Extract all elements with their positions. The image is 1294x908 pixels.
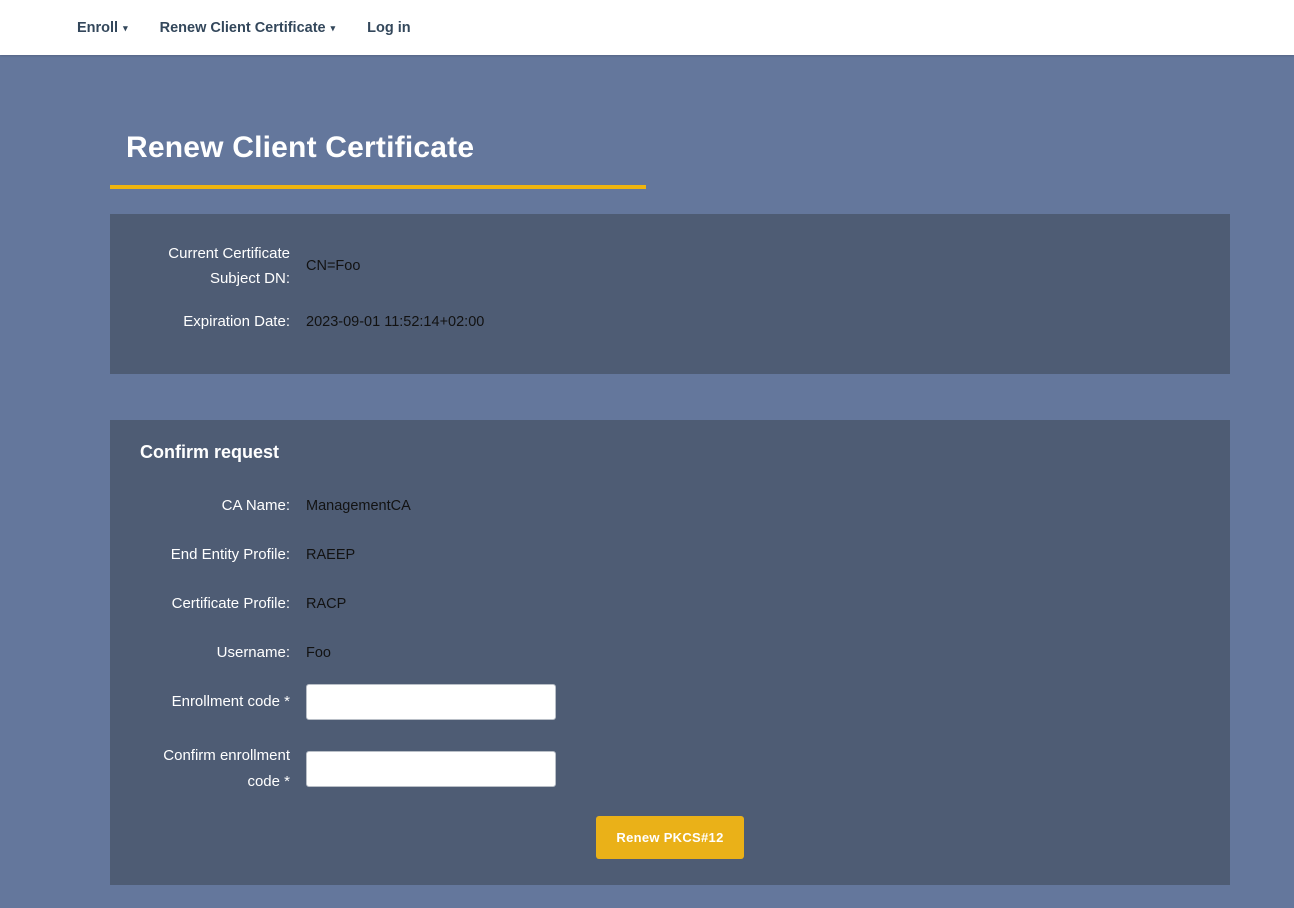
subject-dn-row: Current Certificate Subject DN: CN=Foo <box>140 238 1200 294</box>
confirm-enrollment-code-input[interactable] <box>306 751 556 787</box>
nav-item-enroll[interactable]: Enroll ▾ <box>61 20 144 36</box>
caret-down-icon: ▾ <box>331 23 336 34</box>
renew-pkcs12-button[interactable]: Renew PKCS#12 <box>596 816 743 859</box>
caret-down-icon: ▾ <box>123 23 128 34</box>
expiration-date-value: 2023-09-01 11:52:14+02:00 <box>306 314 1200 330</box>
end-entity-profile-value: RAEEP <box>306 547 1200 563</box>
nav-item-renew-label: Renew Client Certificate <box>160 20 326 36</box>
confirm-enrollment-code-row: Confirm enrollment code * <box>140 743 1200 794</box>
nav-item-login-label: Log in <box>367 20 411 36</box>
confirm-request-panel: Confirm request CA Name: ManagementCA En… <box>110 420 1230 885</box>
nav-item-renew-client-certificate[interactable]: Renew Client Certificate ▾ <box>144 20 352 36</box>
subject-dn-value: CN=Foo <box>306 258 1200 274</box>
end-entity-profile-label: End Entity Profile: <box>140 542 290 568</box>
top-navbar: Enroll ▾ Renew Client Certificate ▾ Log … <box>0 0 1294 55</box>
ca-name-value: ManagementCA <box>306 498 1200 514</box>
expiration-date-row: Expiration Date: 2023-09-01 11:52:14+02:… <box>140 294 1200 350</box>
expiration-date-label: Expiration Date: <box>140 309 290 335</box>
ca-name-label: CA Name: <box>140 493 290 519</box>
certificate-profile-label: Certificate Profile: <box>140 591 290 617</box>
username-value: Foo <box>306 645 1200 661</box>
nav-item-log-in[interactable]: Log in <box>351 20 427 36</box>
enrollment-code-label: Enrollment code * <box>140 689 290 715</box>
enrollment-code-input[interactable] <box>306 684 556 720</box>
nav-item-enroll-label: Enroll <box>77 20 118 36</box>
subject-dn-label: Current Certificate Subject DN: <box>140 241 290 292</box>
confirm-enrollment-code-label: Confirm enrollment code * <box>140 743 290 794</box>
username-row: Username: Foo <box>140 628 1200 677</box>
end-entity-profile-row: End Entity Profile: RAEEP <box>140 530 1200 579</box>
page-title: Renew Client Certificate <box>126 131 646 165</box>
ca-name-row: CA Name: ManagementCA <box>140 481 1200 530</box>
current-certificate-panel: Current Certificate Subject DN: CN=Foo E… <box>110 214 1230 374</box>
certificate-profile-value: RACP <box>306 596 1200 612</box>
page-title-wrap: Renew Client Certificate <box>110 131 646 189</box>
button-row: Renew PKCS#12 <box>140 816 1200 859</box>
username-label: Username: <box>140 640 290 666</box>
certificate-profile-row: Certificate Profile: RACP <box>140 579 1200 628</box>
page-content: Renew Client Certificate Current Certifi… <box>110 131 1230 885</box>
enrollment-code-row: Enrollment code * <box>140 677 1200 727</box>
confirm-request-heading: Confirm request <box>140 442 1200 463</box>
